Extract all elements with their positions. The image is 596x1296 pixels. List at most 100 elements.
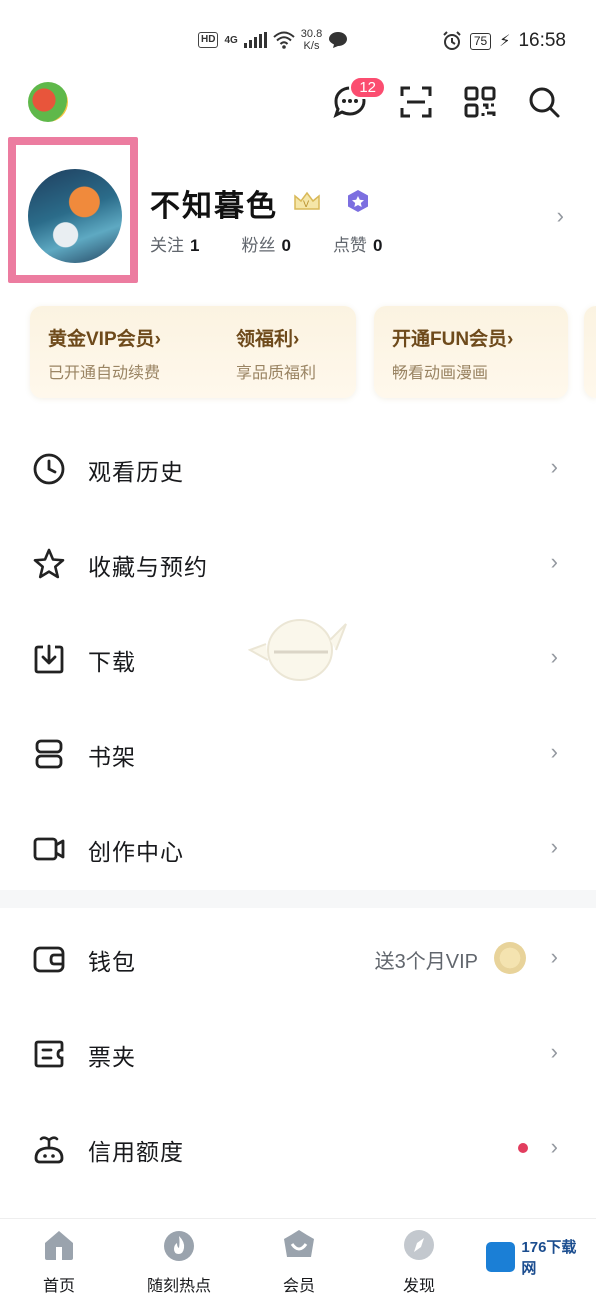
menu-credit-limit[interactable]: 信用额度 › <box>0 1100 596 1194</box>
stat-value: 0 <box>281 236 291 255</box>
compass-icon <box>404 1230 434 1260</box>
vip-coin-icon <box>494 942 526 974</box>
hd-indicator: HD <box>198 32 219 48</box>
tab-label: 随刻热点 <box>146 1278 211 1295</box>
svg-text:V: V <box>303 200 310 210</box>
menu-label: 收藏与预约 <box>88 554 208 580</box>
menu-watch-history[interactable]: 观看历史 › <box>0 420 596 514</box>
home-icon <box>45 1231 73 1260</box>
fun-vip-entry: 开通FUN会员› 畅看动画漫画 <box>392 324 513 383</box>
speed-unit: K/s <box>303 40 320 52</box>
crown-icon <box>284 1230 314 1257</box>
chevron-right-icon: › <box>550 1134 558 1159</box>
vip-title: 领福利› <box>236 329 300 350</box>
bookshelf-icon <box>35 739 63 769</box>
menu-bookshelf[interactable]: 书架 › <box>0 705 596 799</box>
camera-icon <box>33 837 65 861</box>
username: 不知暮色 <box>150 190 278 223</box>
stat-following[interactable]: 关注 1 <box>150 231 199 256</box>
profile-section[interactable]: 不知暮色 V 关注 1 粉丝 0 点赞 0 › <box>0 137 596 285</box>
status-left: HD 4G 30.8 K/s <box>198 28 348 52</box>
vip-subtitle: 享品质福利 <box>236 365 317 382</box>
wifi-icon <box>273 31 295 49</box>
chevron-right-icon: › <box>550 739 558 764</box>
chevron-right-icon: › <box>550 644 558 669</box>
chevron-right-icon: › <box>550 1039 558 1064</box>
search-button[interactable] <box>524 82 564 122</box>
speed-value: 30.8 <box>300 28 323 40</box>
notification-dot <box>518 1143 528 1153</box>
qr-code-icon <box>464 86 496 118</box>
welfare-entry[interactable]: 领福利› 享品质福利 <box>236 324 316 383</box>
mascot-watermark-icon <box>248 619 347 681</box>
level-badge-icon <box>348 190 368 212</box>
profile-stats: 关注 1 粉丝 0 点赞 0 <box>150 231 382 256</box>
battery-level: 75 <box>469 32 492 50</box>
chevron-right-icon: › <box>550 454 558 479</box>
stat-followers[interactable]: 粉丝 0 <box>241 231 290 256</box>
menu-label: 钱包 <box>88 949 136 975</box>
chevron-right-icon: › <box>550 549 558 574</box>
tab-label: 会员 <box>282 1278 315 1295</box>
clock-icon <box>33 453 65 485</box>
net-speed: 30.8 K/s <box>301 28 322 52</box>
stat-value: 1 <box>190 236 200 255</box>
section-divider <box>0 890 596 908</box>
network-type: 4G <box>224 34 238 46</box>
download-icon <box>34 644 64 674</box>
search-icon <box>529 87 560 118</box>
stat-value: 0 <box>372 236 383 255</box>
notification-bubble-icon <box>329 32 348 48</box>
clock-time: 16:58 <box>518 30 566 51</box>
tab-label: 首页 <box>42 1278 75 1295</box>
top-bar: 12 <box>0 76 596 128</box>
tab-vip[interactable]: 会员 <box>244 1227 354 1296</box>
menu-ticket-folder[interactable]: 票夹 › <box>0 1005 596 1099</box>
wallet-icon <box>33 946 65 973</box>
qr-code-button[interactable] <box>460 82 500 122</box>
alarm-icon <box>443 31 461 50</box>
fun-vip-card[interactable]: 开通FUN会员› 畅看动画漫画 <box>374 306 568 398</box>
status-right: 75 ⚡ 16:58 <box>442 30 566 52</box>
avatar[interactable] <box>28 169 122 263</box>
vip-cards-row: 黄金VIP会员› 已开通自动续费 领福利› 享品质福利 开通FUN会员› 畅看动… <box>0 306 596 398</box>
menu-label: 书架 <box>88 744 136 770</box>
scan-icon <box>400 86 432 118</box>
menu-label: 信用额度 <box>88 1139 184 1165</box>
vip-subtitle: 已开通自动续费 <box>48 365 161 382</box>
tab-discover[interactable]: 发现 <box>364 1227 474 1296</box>
gold-vip-entry[interactable]: 黄金VIP会员› 已开通自动续费 <box>48 324 161 383</box>
stat-likes[interactable]: 点赞 0 <box>333 231 382 256</box>
scan-button[interactable] <box>396 82 436 122</box>
wallet-promo-text: 送3个月VIP <box>374 951 478 973</box>
chevron-right-icon: › <box>556 203 564 228</box>
signal-icon <box>243 32 267 48</box>
tab-hot[interactable]: 随刻热点 <box>124 1227 234 1296</box>
star-icon <box>33 548 65 579</box>
menu-favorites[interactable]: 收藏与预约 › <box>0 515 596 609</box>
stat-label: 关注 <box>150 236 184 255</box>
tab-label: 发现 <box>402 1278 435 1295</box>
chevron-right-icon: › <box>550 944 558 969</box>
chevron-right-icon: › <box>550 834 558 859</box>
vip-crown-icon: V <box>294 191 320 210</box>
app-logo-icon[interactable] <box>28 82 68 122</box>
flame-icon <box>164 1231 194 1261</box>
tab-home[interactable]: 首页 <box>4 1227 114 1296</box>
message-count-badge: 12 <box>349 76 386 99</box>
menu-label: 下载 <box>88 649 136 675</box>
menu-wallet[interactable]: 钱包 送3个月VIP › <box>0 910 596 1004</box>
vip-title: 开通FUN会员› <box>392 329 514 350</box>
charging-icon: ⚡ <box>499 33 511 50</box>
ticket-icon <box>34 1040 64 1068</box>
vip-title: 黄金VIP会员› <box>48 329 161 350</box>
credit-icon <box>34 1136 64 1164</box>
menu-label: 观看历史 <box>88 459 184 485</box>
menu-creator-center[interactable]: 创作中心 › <box>0 800 596 894</box>
next-card-peek <box>584 306 596 398</box>
stat-label: 点赞 <box>332 236 367 255</box>
site-watermark: 176下载网 <box>480 1238 590 1277</box>
watermark-logo-icon <box>486 1242 516 1272</box>
stat-label: 粉丝 <box>241 236 276 255</box>
message-button[interactable]: 12 <box>330 76 386 122</box>
